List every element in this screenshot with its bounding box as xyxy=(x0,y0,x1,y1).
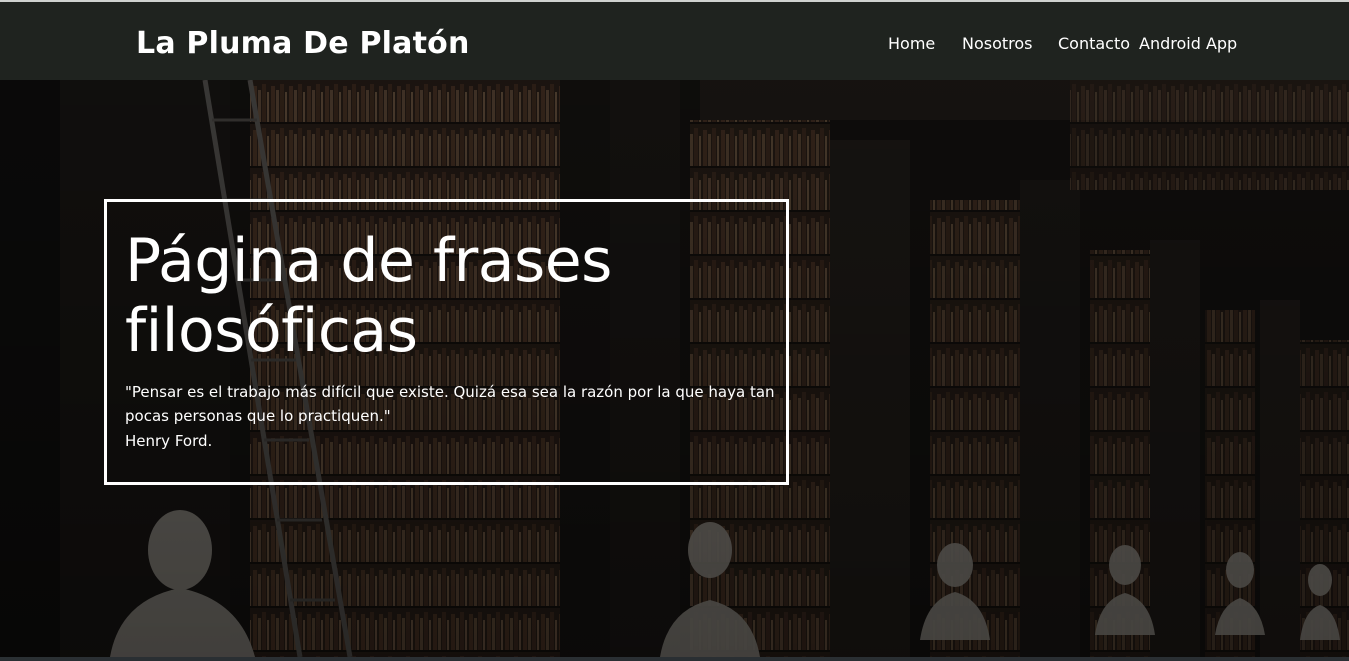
nav-link-android-app[interactable]: Android App xyxy=(1139,34,1237,53)
quote-author: Henry Ford. xyxy=(125,432,213,450)
nav-link-home[interactable]: Home xyxy=(888,34,935,53)
quote-card: Página de frases filosóficas "Pensar es … xyxy=(104,199,789,485)
site-brand[interactable]: La Pluma De Platón xyxy=(136,26,470,61)
hero-section: Página de frases filosóficas "Pensar es … xyxy=(0,80,1349,657)
hero-headline: Página de frases filosóficas xyxy=(125,226,612,366)
top-navbar: La Pluma De Platón Home Nosotros Contact… xyxy=(0,0,1349,80)
nav-link-contacto[interactable]: Contacto xyxy=(1058,34,1130,53)
nav-link-nosotros[interactable]: Nosotros xyxy=(962,34,1033,53)
quote-text: "Pensar es el trabajo más difícil que ex… xyxy=(125,383,775,425)
page-bottom-border xyxy=(0,657,1349,661)
